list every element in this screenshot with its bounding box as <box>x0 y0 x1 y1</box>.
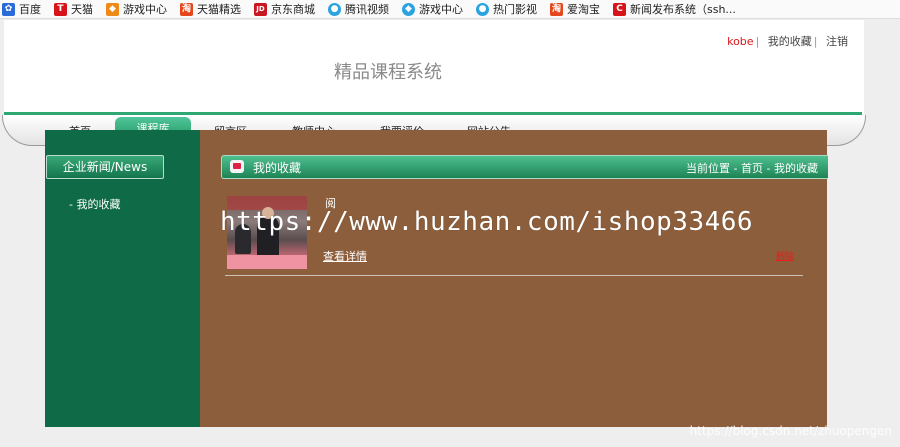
tencent-video-icon: ● <box>328 2 341 16</box>
favorites-icon <box>230 160 244 173</box>
bookmark-item[interactable]: ✿ 百度 <box>2 1 41 17</box>
tmall-select-icon: 淘 <box>180 2 193 16</box>
bookmark-label: 新闻发布系统（ssh... <box>630 3 736 16</box>
delete-link[interactable]: 删除 <box>776 249 794 262</box>
bookmark-label: 腾讯视频 <box>345 3 389 16</box>
thumbnail-flowers <box>227 255 307 269</box>
user-links: kobe | 我的收藏 | 注销 <box>727 33 848 49</box>
bookmark-label: 游戏中心 <box>123 3 167 16</box>
item-divider <box>225 275 803 276</box>
breadcrumb-separator: - <box>766 162 771 175</box>
site-header: kobe | 我的收藏 | 注销 精品课程系统 <box>4 20 864 114</box>
csdn-icon: C <box>613 2 626 16</box>
view-details-link[interactable]: 查看详情 <box>323 248 367 264</box>
breadcrumb-current: 我的收藏 <box>774 162 818 175</box>
bookmark-label: 百度 <box>19 3 41 16</box>
bookmarks-bar: ✿ 百度 T 天猫 ◆ 游戏中心淘天猫精选 JD 京东商城 ● 腾讯视频 ◆ 游戏中心 ● 热门影视淘爱淘… <box>0 0 900 19</box>
game-center-icon: ◆ <box>402 2 415 16</box>
bookmark-label: 游戏中心 <box>419 3 463 16</box>
bookmark-item[interactable]: JD 京东商城 <box>254 1 315 17</box>
section-header: 我的收藏 当前位置 - 首页 - 我的收藏 <box>221 155 828 179</box>
my-favorites-link[interactable]: 我的收藏 <box>768 35 812 48</box>
section-title: 我的收藏 <box>253 161 302 175</box>
bookmark-item[interactable]: ◆ 游戏中心 <box>106 1 167 17</box>
bookmark-item[interactable]: ● 腾讯视频 <box>328 1 389 17</box>
sidebar-heading: 企业新闻/News <box>46 155 164 179</box>
site-title: 精品课程系统 <box>334 62 442 83</box>
separator: | <box>813 35 818 48</box>
separator: | <box>755 35 760 48</box>
blog-watermark: https://blog.csdn.net/zhuopengen <box>689 424 892 438</box>
shop-watermark: https://www.huzhan.com/ishop33466 <box>220 207 754 237</box>
breadcrumb-prefix: 当前位置 - <box>686 162 738 175</box>
ai-taobao-icon: 淘 <box>550 2 563 16</box>
bookmark-label: 天猫 <box>71 3 93 16</box>
sidebar-item-my-favorites[interactable]: - 我的收藏 <box>69 196 120 212</box>
bookmark-item[interactable]: C 新闻发布系统（ssh... <box>613 1 736 17</box>
bookmark-label: 热门影视 <box>493 3 537 16</box>
jd-icon: JD <box>254 2 267 16</box>
breadcrumb: 当前位置 - 首页 - 我的收藏 <box>686 160 818 176</box>
bookmark-item[interactable]: 淘天猫精选 <box>180 1 241 17</box>
bookmark-item[interactable]: 淘爱淘宝 <box>550 1 600 17</box>
bookmark-label: 京东商城 <box>271 3 315 16</box>
tmall-icon: T <box>54 2 67 16</box>
game-center-icon: ◆ <box>106 2 119 16</box>
bookmark-item[interactable]: T 天猫 <box>54 1 93 17</box>
bookmark-label: 爱淘宝 <box>567 3 600 16</box>
hot-video-icon: ● <box>476 2 489 16</box>
logout-link[interactable]: 注销 <box>826 35 848 48</box>
bookmark-item[interactable]: ● 热门影视 <box>476 1 537 17</box>
bookmark-item[interactable]: ◆ 游戏中心 <box>402 1 463 17</box>
content-panel: 我的收藏 当前位置 - 首页 - 我的收藏 阅 查看详情 删除 <box>200 130 828 427</box>
username-link[interactable]: kobe <box>727 35 753 48</box>
breadcrumb-home[interactable]: 首页 <box>741 162 763 175</box>
baidu-paw-icon: ✿ <box>2 2 15 16</box>
bookmark-label: 天猫精选 <box>197 3 241 16</box>
sidebar: 企业新闻/News - 我的收藏 <box>45 130 200 427</box>
